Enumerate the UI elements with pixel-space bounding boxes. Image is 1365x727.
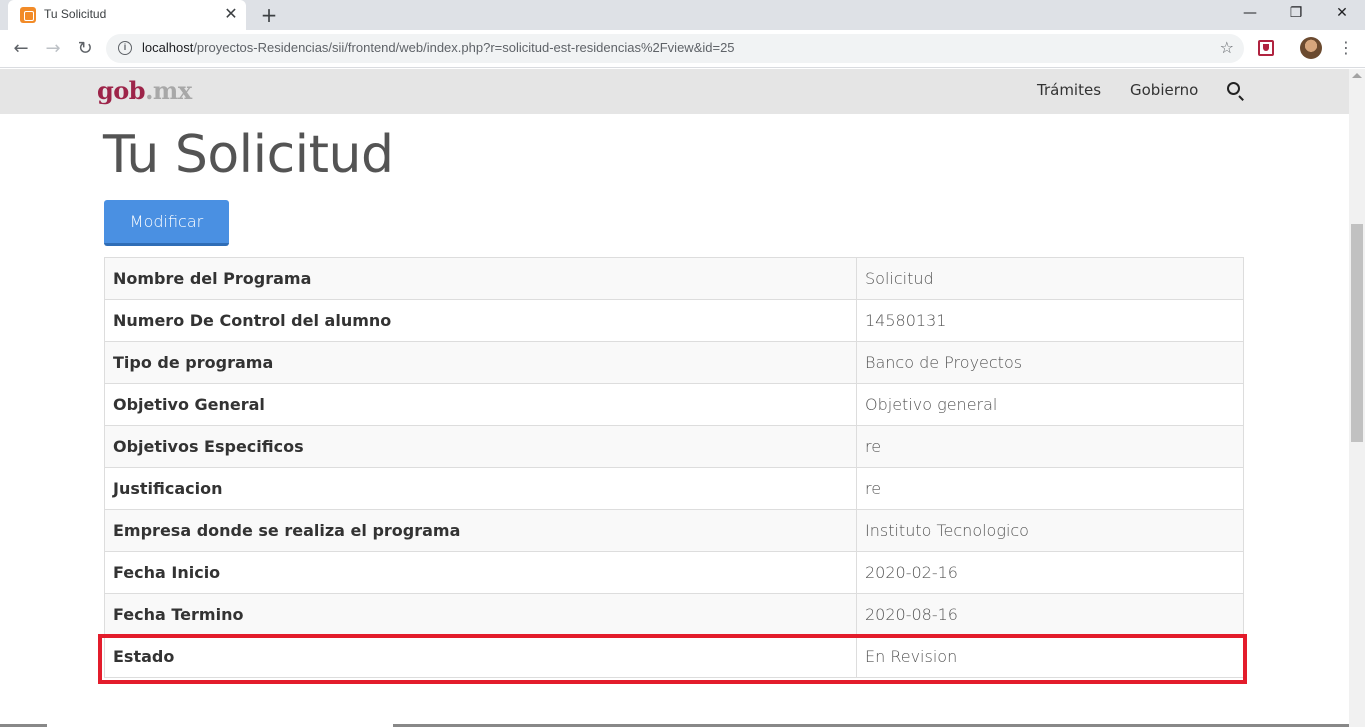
minimize-button[interactable]: — <box>1227 0 1273 28</box>
table-row: Fecha Inicio 2020-02-16 <box>104 551 1244 594</box>
row-label: Numero De Control del alumno <box>104 299 857 342</box>
row-value: re <box>856 467 1244 510</box>
page-title: Tu Solicitud <box>103 125 394 185</box>
row-label: Empresa donde se realiza el programa <box>104 509 857 552</box>
row-value: 2020-08-16 <box>856 593 1244 636</box>
table-row: Empresa donde se realiza el programa Inst… <box>104 509 1244 552</box>
browser-tab[interactable]: Tu Solicitud ✕ <box>8 0 246 30</box>
profile-avatar[interactable] <box>1300 37 1322 59</box>
row-value: Banco de Proyectos <box>856 341 1244 384</box>
nav-link-gobierno[interactable]: Gobierno <box>1130 81 1198 99</box>
browser-toolbar: ← → ↻ i localhost/proyectos-Residencias/… <box>0 30 1365 68</box>
scroll-up-arrow-icon[interactable] <box>1352 73 1362 78</box>
xampp-favicon-icon <box>20 7 36 23</box>
reload-icon[interactable]: ↻ <box>70 34 100 64</box>
address-bar[interactable]: i localhost/proyectos-Residencias/sii/fr… <box>106 34 1244 63</box>
row-label: Tipo de programa <box>104 341 857 384</box>
window-close-button[interactable]: ✕ <box>1319 0 1365 28</box>
row-value: re <box>856 425 1244 468</box>
scrollbar-thumb[interactable] <box>1351 224 1363 442</box>
extension-icon[interactable] <box>1258 40 1274 56</box>
row-label: Fecha Termino <box>104 593 857 636</box>
row-value: 14580131 <box>856 299 1244 342</box>
browser-menu-icon[interactable]: ⋮ <box>1338 37 1354 61</box>
tab-title: Tu Solicitud <box>44 7 107 21</box>
page-scrollbar[interactable] <box>1349 69 1365 727</box>
row-label: Objetivos Especificos <box>104 425 857 468</box>
row-value: Objetivo general <box>856 383 1244 426</box>
row-label: Justificacion <box>104 467 857 510</box>
gob-mx-logo[interactable]: gob.mx <box>97 76 192 105</box>
table-row: Nombre del Programa Solicitud <box>104 257 1244 300</box>
estado-highlight-box <box>98 634 1247 684</box>
table-row: Justificacion re <box>104 467 1244 510</box>
table-row: Numero De Control del alumno 14580131 <box>104 299 1244 342</box>
modificar-button[interactable]: Modificar <box>104 200 229 246</box>
forward-arrow-icon[interactable]: → <box>38 34 68 64</box>
search-icon[interactable] <box>1227 82 1240 95</box>
row-value: Solicitud <box>856 257 1244 300</box>
back-arrow-icon[interactable]: ← <box>6 34 36 64</box>
row-value: Instituto Tecnologico <box>856 509 1244 552</box>
restore-button[interactable]: ❐ <box>1273 0 1319 28</box>
nav-link-tramites[interactable]: Trámites <box>1037 81 1101 99</box>
table-row: Objetivo General Objetivo general <box>104 383 1244 426</box>
page-viewport: gob.mx Trámites Gobierno Tu Solicitud Mo… <box>0 69 1349 727</box>
gob-navbar: gob.mx Trámites Gobierno <box>0 69 1349 114</box>
bottom-strip <box>0 721 1349 727</box>
row-label: Nombre del Programa <box>104 257 857 300</box>
new-tab-button[interactable]: + <box>256 2 282 28</box>
table-row: Objetivos Especificos re <box>104 425 1244 468</box>
tab-close-icon[interactable]: ✕ <box>222 4 240 24</box>
table-row: Fecha Termino 2020-08-16 <box>104 593 1244 636</box>
row-label: Objetivo General <box>104 383 857 426</box>
detail-table: Nombre del Programa Solicitud Numero De Co… <box>104 257 1244 678</box>
table-row: Tipo de programa Banco de Proyectos <box>104 341 1244 384</box>
site-info-icon[interactable]: i <box>118 41 132 55</box>
row-label: Fecha Inicio <box>104 551 857 594</box>
browser-tab-bar: Tu Solicitud ✕ + — ❐ ✕ <box>0 0 1365 30</box>
row-value: 2020-02-16 <box>856 551 1244 594</box>
url-text[interactable]: localhost/proyectos-Residencias/sii/fron… <box>142 40 735 55</box>
bookmark-star-icon[interactable]: ☆ <box>1220 38 1234 57</box>
